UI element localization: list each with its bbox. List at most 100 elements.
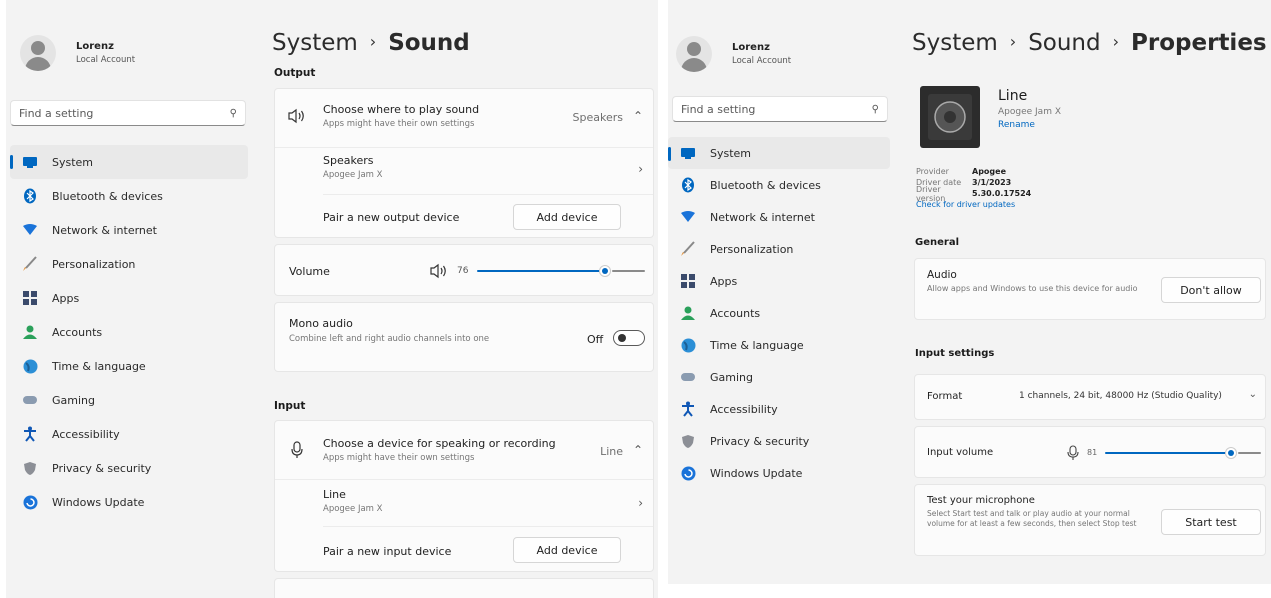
network-icon bbox=[22, 222, 38, 238]
sidebar-item-system[interactable]: System bbox=[10, 145, 248, 179]
general-heading: General bbox=[915, 237, 959, 248]
breadcrumb-separator: › bbox=[369, 32, 377, 51]
apps-icon bbox=[22, 290, 38, 306]
sidebar-item-privacy[interactable]: Privacy & security bbox=[668, 425, 890, 457]
mono-audio-toggle[interactable] bbox=[613, 330, 645, 346]
volume-slider-thumb[interactable] bbox=[600, 266, 610, 276]
input-card: Choose a device for speaking or recordin… bbox=[274, 420, 654, 572]
volume-slider-track bbox=[612, 270, 645, 272]
system-icon bbox=[22, 154, 38, 170]
bluetooth-icon bbox=[680, 177, 696, 193]
breadcrumb-system[interactable]: System bbox=[912, 30, 998, 56]
speakers-row[interactable]: Speakers Apogee Jam X › bbox=[275, 148, 653, 194]
input-volume-track bbox=[1238, 452, 1261, 454]
sidebar-item-gaming[interactable]: Gaming bbox=[668, 361, 890, 393]
account-type: Local Account bbox=[76, 55, 136, 65]
sidebar-item-gaming[interactable]: Gaming bbox=[10, 383, 248, 417]
device-model: Apogee Jam X bbox=[998, 107, 1061, 117]
line-subtitle: Apogee Jam X bbox=[323, 504, 383, 514]
input-volume-slider[interactable] bbox=[1105, 446, 1261, 460]
globe-icon bbox=[680, 337, 696, 353]
format-card: Format 1 channels, 24 bit, 48000 Hz (Stu… bbox=[914, 374, 1266, 420]
search-icon: ⚲ bbox=[229, 107, 237, 119]
add-output-device-button[interactable]: Add device bbox=[513, 204, 621, 230]
sidebar-item-network[interactable]: Network & internet bbox=[10, 213, 248, 247]
user-profile[interactable]: Lorenz Local Account bbox=[20, 35, 135, 71]
sidebar-item-bluetooth[interactable]: Bluetooth & devices bbox=[10, 179, 248, 213]
chevron-up-icon[interactable]: ⌃ bbox=[633, 443, 643, 457]
avatar bbox=[20, 35, 56, 71]
sidebar-item-system[interactable]: System bbox=[668, 137, 890, 169]
mono-audio-card: Mono audio Combine left and right audio … bbox=[274, 302, 654, 372]
sidebar-item-label: Accessibility bbox=[52, 427, 120, 441]
choose-input-title: Choose a device for speaking or recordin… bbox=[323, 437, 556, 450]
search-input[interactable]: Find a setting ⚲ bbox=[10, 100, 246, 126]
device-header: Line Apogee Jam X Rename bbox=[998, 88, 1061, 130]
format-select[interactable]: 1 channels, 24 bit, 48000 Hz (Studio Qua… bbox=[1019, 391, 1222, 401]
sidebar-item-accessibility[interactable]: Accessibility bbox=[10, 417, 248, 451]
chevron-down-icon[interactable]: ⌄ bbox=[1249, 389, 1257, 400]
search-placeholder: Find a setting bbox=[681, 102, 756, 116]
sidebar-item-label: Windows Update bbox=[52, 495, 145, 509]
volume-speaker-icon bbox=[429, 263, 449, 283]
breadcrumb-sound[interactable]: Sound bbox=[1028, 30, 1100, 56]
sidebar-item-accounts[interactable]: Accounts bbox=[10, 315, 248, 349]
provider-label: Provider bbox=[916, 167, 949, 176]
mono-audio-title: Mono audio bbox=[289, 317, 353, 330]
breadcrumb-system[interactable]: System bbox=[272, 30, 358, 56]
sidebar-item-bluetooth[interactable]: Bluetooth & devices bbox=[668, 169, 890, 201]
sidebar-item-privacy[interactable]: Privacy & security bbox=[10, 451, 248, 485]
sidebar-item-accounts[interactable]: Accounts bbox=[668, 297, 890, 329]
start-test-button[interactable]: Start test bbox=[1161, 509, 1261, 535]
update-icon bbox=[680, 465, 696, 481]
input-settings-heading: Input settings bbox=[915, 348, 995, 359]
sidebar-item-time-language[interactable]: Time & language bbox=[668, 329, 890, 361]
choose-output-row[interactable]: Choose where to play sound Apps might ha… bbox=[275, 89, 653, 147]
check-driver-updates-link[interactable]: Check for driver updates bbox=[916, 200, 1015, 209]
gamepad-icon bbox=[680, 369, 696, 385]
sidebar-item-label: Personalization bbox=[710, 242, 794, 256]
driver-version-value: 5.30.0.17524 bbox=[972, 189, 1032, 198]
rename-link[interactable]: Rename bbox=[998, 120, 1061, 130]
apps-icon bbox=[680, 273, 696, 289]
add-input-device-button[interactable]: Add device bbox=[513, 537, 621, 563]
choose-input-row[interactable]: Choose a device for speaking or recordin… bbox=[275, 421, 653, 479]
chevron-up-icon[interactable]: ⌃ bbox=[633, 109, 643, 123]
sidebar-item-label: Accounts bbox=[52, 325, 103, 339]
sidebar-item-network[interactable]: Network & internet bbox=[668, 201, 890, 233]
system-icon bbox=[680, 145, 696, 161]
sidebar-item-label: Personalization bbox=[52, 257, 136, 271]
sidebar-item-time-language[interactable]: Time & language bbox=[10, 349, 248, 383]
sidebar-item-label: Network & internet bbox=[710, 210, 815, 224]
sidebar-item-windows-update[interactable]: Windows Update bbox=[10, 485, 248, 519]
dont-allow-button[interactable]: Don't allow bbox=[1161, 277, 1261, 303]
brush-icon bbox=[22, 256, 38, 272]
provider-value: Apogee bbox=[972, 167, 1006, 176]
audio-card: Audio Allow apps and Windows to use this… bbox=[914, 258, 1266, 320]
output-card: Choose where to play sound Apps might ha… bbox=[274, 88, 654, 238]
line-row[interactable]: Line Apogee Jam X › bbox=[275, 480, 653, 526]
volume-slider[interactable] bbox=[477, 264, 645, 278]
sidebar-nav: System Bluetooth & devices Network & int… bbox=[668, 137, 890, 489]
breadcrumb-separator: › bbox=[1112, 32, 1120, 51]
user-name: Lorenz bbox=[732, 42, 770, 53]
search-input[interactable]: Find a setting ⚲ bbox=[672, 96, 888, 122]
input-volume-thumb[interactable] bbox=[1226, 448, 1236, 458]
sidebar-item-apps[interactable]: Apps bbox=[10, 281, 248, 315]
microphone-icon bbox=[1067, 445, 1079, 465]
sidebar-item-apps[interactable]: Apps bbox=[668, 265, 890, 297]
user-profile[interactable]: Lorenz Local Account bbox=[676, 36, 791, 72]
sidebar-item-label: Accounts bbox=[710, 306, 761, 320]
sidebar-item-personalization[interactable]: Personalization bbox=[10, 247, 248, 281]
sidebar-item-accessibility[interactable]: Accessibility bbox=[668, 393, 890, 425]
gamepad-icon bbox=[22, 392, 38, 408]
sidebar-item-windows-update[interactable]: Windows Update bbox=[668, 457, 890, 489]
avatar bbox=[676, 36, 712, 72]
breadcrumb: System › Sound › Properties bbox=[912, 30, 1267, 56]
accounts-icon bbox=[22, 324, 38, 340]
sidebar-item-label: System bbox=[52, 155, 94, 169]
input-volume-card-partial bbox=[274, 578, 654, 598]
sidebar-item-personalization[interactable]: Personalization bbox=[668, 233, 890, 265]
sidebar-item-label: Accessibility bbox=[710, 402, 778, 416]
input-volume-value: 81 bbox=[1087, 448, 1098, 457]
